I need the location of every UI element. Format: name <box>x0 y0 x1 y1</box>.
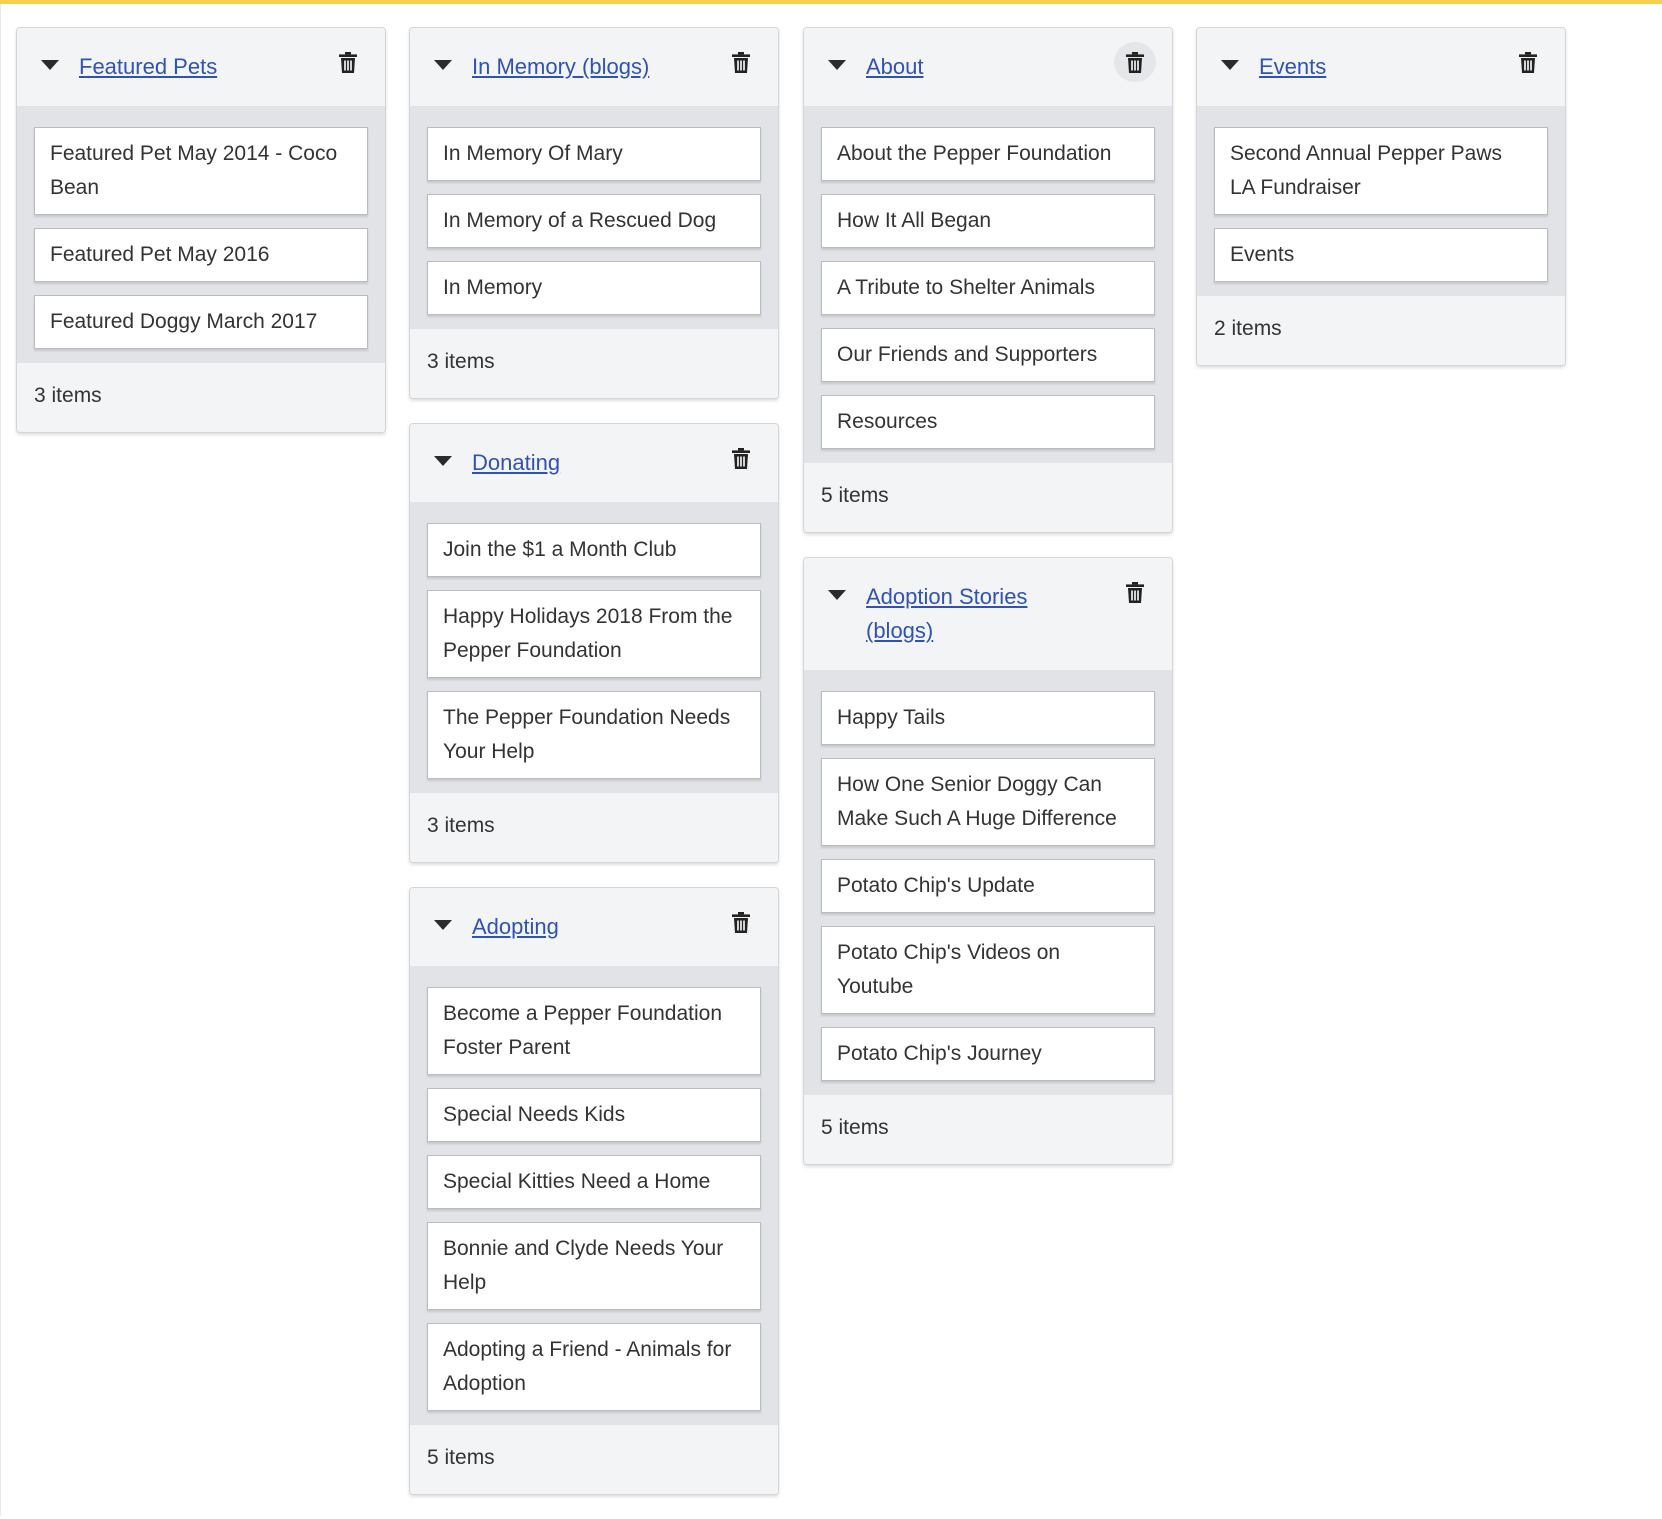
menu-list-item[interactable]: Resources <box>821 395 1155 449</box>
menu-card-adopting: Adopting Become a Pepper Foundation Foste… <box>409 887 779 1495</box>
menu-list-item[interactable]: Events <box>1214 228 1548 282</box>
trash-icon <box>1519 51 1537 73</box>
card-title-link[interactable]: Donating <box>472 446 754 480</box>
card-title-link[interactable]: Adoption Stories (blogs) <box>866 580 1148 648</box>
trash-icon <box>732 911 750 933</box>
menu-list-item[interactable]: In Memory Of Mary <box>427 127 761 181</box>
card-title-link[interactable]: Adopting <box>472 910 754 944</box>
menu-list-item[interactable]: How One Senior Doggy Can Make Such A Hug… <box>821 758 1155 846</box>
card-item-list: Second Annual Pepper Paws LA Fundraiser E… <box>1197 106 1565 296</box>
menu-list-item[interactable]: Second Annual Pepper Paws LA Fundraiser <box>1214 127 1548 215</box>
menu-card-about: About About the Pepper Foundation How It A… <box>803 27 1173 533</box>
menu-list-item[interactable]: Special Kitties Need a Home <box>427 1155 761 1209</box>
menu-list-item[interactable]: Potato Chip's Journey <box>821 1027 1155 1081</box>
menu-column-2: In Memory (blogs) In Memory Of Mary In Mem… <box>409 27 779 1519</box>
menu-card-in-memory-blogs: In Memory (blogs) In Memory Of Mary In Mem… <box>409 27 779 399</box>
trash-icon <box>732 447 750 469</box>
menu-column-4: Events Second Annual Pepper Paws LA Fundr… <box>1196 27 1566 390</box>
menu-list-item[interactable]: Potato Chip's Videos on Youtube <box>821 926 1155 1014</box>
menu-column-1: Featured Pets Featured Pet May 2014 - Coc… <box>16 27 386 457</box>
menu-list-item[interactable]: Potato Chip's Update <box>821 859 1155 913</box>
menu-list-item[interactable]: In Memory of a Rescued Dog <box>427 194 761 248</box>
caret-down-icon[interactable] <box>828 60 846 70</box>
menu-list-item[interactable]: Adopting a Friend - Animals for Adoption <box>427 1323 761 1411</box>
card-header: Adoption Stories (blogs) <box>804 558 1172 670</box>
delete-button[interactable] <box>1114 42 1156 82</box>
caret-down-icon[interactable] <box>41 60 59 70</box>
card-header: Donating <box>410 424 778 502</box>
trash-icon <box>1126 581 1144 603</box>
menu-card-featured-pets: Featured Pets Featured Pet May 2014 - Coc… <box>16 27 386 433</box>
card-item-list: Become a Pepper Foundation Foster Parent… <box>410 966 778 1425</box>
left-divider <box>0 4 1 1516</box>
menu-card-adoption-stories-blogs: Adoption Stories (blogs) Happy Tails How O… <box>803 557 1173 1165</box>
card-item-list: Happy Tails How One Senior Doggy Can Make… <box>804 670 1172 1095</box>
menu-list-item[interactable]: The Pepper Foundation Needs Your Help <box>427 691 761 779</box>
trash-icon <box>1126 51 1144 73</box>
item-count: 3 items <box>410 793 778 862</box>
card-header: About <box>804 28 1172 106</box>
menu-card-events: Events Second Annual Pepper Paws LA Fundr… <box>1196 27 1566 366</box>
card-item-list: Join the $1 a Month Club Happy Holidays 2… <box>410 502 778 793</box>
menu-list-item[interactable]: Join the $1 a Month Club <box>427 523 761 577</box>
menu-list-item[interactable]: Become a Pepper Foundation Foster Parent <box>427 987 761 1075</box>
card-item-list: About the Pepper Foundation How It All Be… <box>804 106 1172 463</box>
trash-icon <box>339 51 357 73</box>
item-count: 5 items <box>804 463 1172 532</box>
item-count: 3 items <box>410 329 778 398</box>
item-count: 2 items <box>1197 296 1565 365</box>
menu-column-3: About About the Pepper Foundation How It A… <box>803 27 1173 1189</box>
top-accent-bar <box>0 0 1662 4</box>
delete-button[interactable] <box>327 42 369 82</box>
menu-list-item[interactable]: Our Friends and Supporters <box>821 328 1155 382</box>
menu-list-item[interactable]: Featured Pet May 2016 <box>34 228 368 282</box>
menu-list-item[interactable]: Featured Doggy March 2017 <box>34 295 368 349</box>
card-header: In Memory (blogs) <box>410 28 778 106</box>
menu-list-item[interactable]: How It All Began <box>821 194 1155 248</box>
card-header: Events <box>1197 28 1565 106</box>
caret-down-icon[interactable] <box>828 590 846 600</box>
card-title-link[interactable]: Featured Pets <box>79 50 361 84</box>
caret-down-icon[interactable] <box>434 60 452 70</box>
delete-button[interactable] <box>1507 42 1549 82</box>
delete-button[interactable] <box>720 438 762 478</box>
menu-list-item[interactable]: A Tribute to Shelter Animals <box>821 261 1155 315</box>
card-header: Featured Pets <box>17 28 385 106</box>
menu-list-item[interactable]: Featured Pet May 2014 - Coco Bean <box>34 127 368 215</box>
menu-card-donating: Donating Join the $1 a Month Club Happy Ho… <box>409 423 779 863</box>
caret-down-icon[interactable] <box>1221 60 1239 70</box>
item-count: 5 items <box>410 1425 778 1494</box>
card-title-link[interactable]: In Memory (blogs) <box>472 50 754 84</box>
card-item-list: In Memory Of Mary In Memory of a Rescued … <box>410 106 778 329</box>
card-title-link[interactable]: Events <box>1259 50 1541 84</box>
menu-list-item[interactable]: About the Pepper Foundation <box>821 127 1155 181</box>
delete-button[interactable] <box>720 42 762 82</box>
delete-button[interactable] <box>1114 572 1156 612</box>
trash-icon <box>732 51 750 73</box>
menu-list-item[interactable]: Happy Tails <box>821 691 1155 745</box>
menu-list-item[interactable]: Special Needs Kids <box>427 1088 761 1142</box>
menu-list-item[interactable]: In Memory <box>427 261 761 315</box>
card-header: Adopting <box>410 888 778 966</box>
item-count: 3 items <box>17 363 385 432</box>
delete-button[interactable] <box>720 902 762 942</box>
item-count: 5 items <box>804 1095 1172 1164</box>
menu-list-item[interactable]: Bonnie and Clyde Needs Your Help <box>427 1222 761 1310</box>
caret-down-icon[interactable] <box>434 920 452 930</box>
card-title-link[interactable]: About <box>866 50 1148 84</box>
card-item-list: Featured Pet May 2014 - Coco Bean Feature… <box>17 106 385 363</box>
caret-down-icon[interactable] <box>434 456 452 466</box>
menu-list-item[interactable]: Happy Holidays 2018 From the Pepper Foun… <box>427 590 761 678</box>
